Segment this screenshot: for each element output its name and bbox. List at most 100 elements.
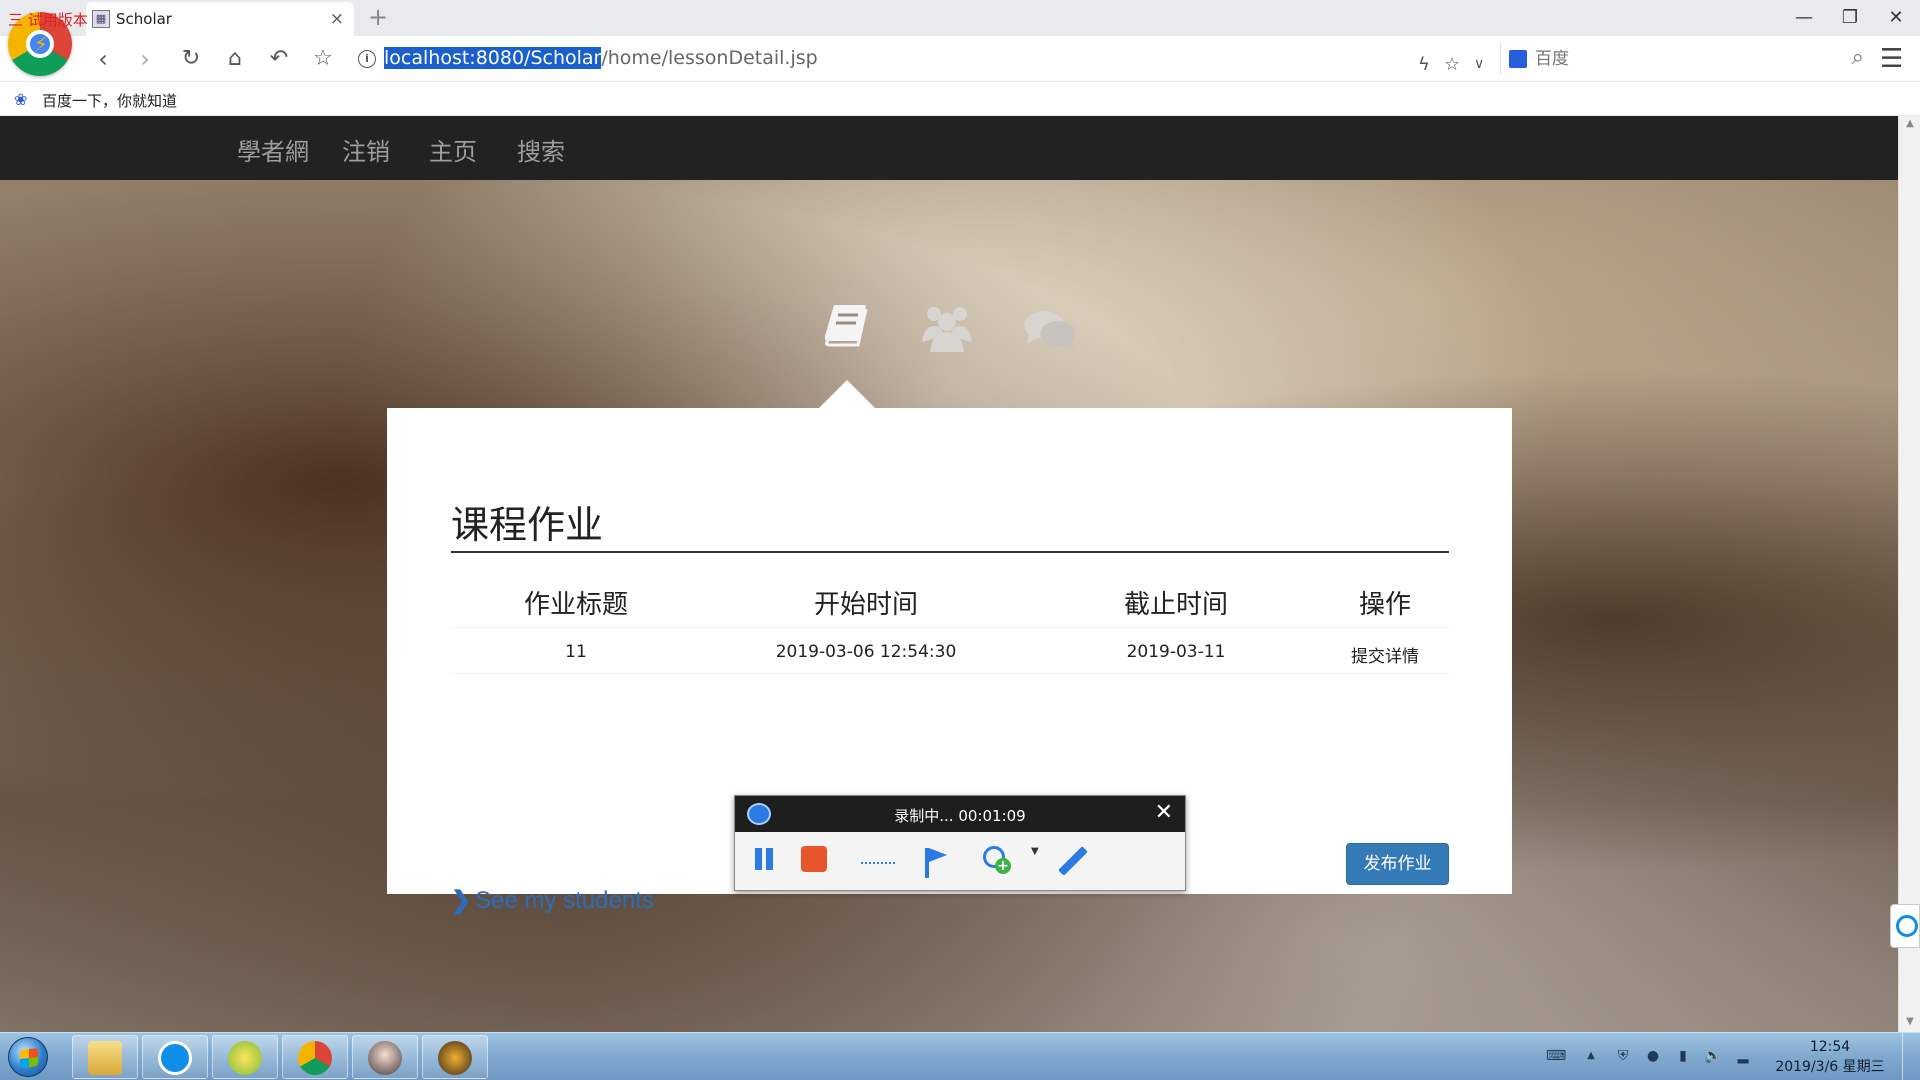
taskbar: ⌨ ▲ ⛨ ● ▮ 🔈 ▂ 12:54 2019/3/6 星期三: [0, 1032, 1920, 1080]
tab-title: Scholar: [116, 10, 172, 28]
taskbar-teamviewer[interactable]: [142, 1035, 208, 1079]
browser-toolbar: ‹ › ↻ ⌂ ↶ ☆ i localhost:8080/Scholar/hom…: [0, 36, 1920, 82]
close-window-button[interactable]: ✕: [1878, 4, 1914, 32]
search-input[interactable]: [1535, 47, 1815, 71]
baidu-paw-icon: ❀: [14, 90, 28, 109]
url-selected: localhost:8080/Scholar: [384, 47, 602, 69]
audio-level-icon[interactable]: [861, 846, 895, 864]
scroll-down-icon[interactable]: ▼: [1899, 1016, 1920, 1027]
publish-homework-button[interactable]: 发布作业: [1346, 843, 1449, 885]
recorder-titlebar[interactable]: 录制中... 00:01:09 ✕: [735, 796, 1185, 832]
chat-icon[interactable]: [1022, 308, 1078, 352]
recording-status: 录制中... 00:01:09: [894, 807, 1026, 825]
menu-icon[interactable]: ☰: [1880, 44, 1903, 74]
keyboard-icon[interactable]: ⌨: [1546, 1047, 1566, 1065]
url-text[interactable]: localhost:8080/Scholar/home/lessonDetail…: [384, 47, 818, 69]
book-icon[interactable]: [822, 301, 870, 349]
qq-icon[interactable]: ●: [1644, 1047, 1662, 1065]
taskbar-recorder[interactable]: [422, 1035, 488, 1079]
search-box[interactable]: 🐾 ⌕: [1500, 43, 1870, 75]
taskbar-explorer[interactable]: [72, 1035, 138, 1079]
column-header-action: 操作: [1358, 590, 1411, 620]
new-tab-button[interactable]: +: [368, 3, 388, 31]
page-viewport: 學者網 注销 主页 搜索 课程作业 作业标题 开始时间 截止时间 操作 11 2…: [0, 116, 1898, 1032]
see-my-students-link[interactable]: ❯ See my students: [451, 886, 654, 915]
table-row: 11 2019-03-06 12:54:30 2019-03-11 提交详情: [451, 628, 1449, 674]
trial-version-label: 三 试用版本: [8, 11, 88, 29]
browser-icon: [298, 1041, 332, 1075]
network-icon[interactable]: ▂: [1734, 1047, 1752, 1065]
back-icon[interactable]: ‹: [88, 44, 118, 74]
volume-icon[interactable]: 🔈: [1704, 1047, 1722, 1065]
clock-time: 12:54: [1809, 1039, 1851, 1055]
url-rest: /home/lessonDetail.jsp: [601, 47, 818, 69]
panel-pointer: [819, 380, 875, 408]
shield-icon[interactable]: ⛨: [1614, 1047, 1632, 1065]
taskbar-hs-app[interactable]: [212, 1035, 278, 1079]
windows-logo-icon: [20, 1048, 38, 1068]
info-icon[interactable]: i: [358, 50, 376, 68]
users-icon[interactable]: [918, 302, 976, 352]
show-desktop-button[interactable]: [1902, 1033, 1920, 1080]
site-navbar: 學者網 注销 主页 搜索: [0, 116, 1898, 180]
column-header-start: 开始时间: [813, 590, 918, 620]
bookmarks-bar: ❀ 百度一下，你就知道: [0, 82, 1920, 116]
remote-support-widget[interactable]: [1890, 904, 1920, 948]
restore-button[interactable]: ❐: [1832, 4, 1868, 32]
column-header-end: 截止时间: [1123, 590, 1228, 620]
start-button[interactable]: [8, 1037, 48, 1077]
minimize-button[interactable]: —: [1786, 4, 1822, 32]
cell-start-time: 2019-03-06 12:54:30: [775, 642, 957, 662]
usb-icon[interactable]: ▮: [1674, 1047, 1692, 1065]
pause-icon[interactable]: [753, 846, 775, 874]
page-favicon-icon: ▦: [92, 10, 110, 28]
lightning-icon: ⚡: [34, 32, 49, 56]
scroll-up-icon[interactable]: ▲: [1899, 118, 1920, 129]
bookmark-star-icon[interactable]: ☆: [1444, 54, 1460, 75]
taskbar-browser[interactable]: [282, 1035, 348, 1079]
chevron-down-icon[interactable]: ∨: [1474, 56, 1484, 72]
clock-date: 2019/3/6 星期三: [1775, 1059, 1885, 1075]
page-scrollbar[interactable]: ▲ ▼: [1898, 116, 1920, 1032]
tab-close-icon[interactable]: ×: [330, 9, 344, 29]
forward-icon[interactable]: ›: [130, 44, 160, 74]
undo-icon[interactable]: ↶: [264, 44, 294, 74]
zoom-add-icon[interactable]: +: [983, 846, 1013, 876]
taskbar-avatar-app[interactable]: [352, 1035, 418, 1079]
folder-icon: [88, 1041, 122, 1075]
students-link-label: See my students: [475, 887, 654, 914]
search-icon[interactable]: ⌕: [1852, 45, 1864, 70]
pen-icon[interactable]: [1055, 846, 1089, 880]
nav-logout[interactable]: 注销: [342, 132, 390, 167]
teamviewer-icon: [158, 1041, 192, 1075]
cell-title: 11: [565, 642, 587, 662]
browser-tabstrip: ▦ Scholar × + — ❐ ✕: [0, 0, 1920, 36]
home-icon[interactable]: ⌂: [220, 44, 250, 74]
table-header: 作业标题 开始时间 截止时间 操作: [451, 572, 1449, 628]
browser-tab[interactable]: ▦ Scholar ×: [86, 2, 354, 36]
marker-flag-icon[interactable]: [921, 846, 955, 880]
nav-search[interactable]: 搜索: [517, 132, 565, 167]
zoom-dropdown-icon[interactable]: ▼: [1031, 846, 1039, 857]
hs-app-icon: [228, 1041, 262, 1075]
star-icon[interactable]: ☆: [308, 44, 338, 74]
cell-end-time: 2019-03-11: [1126, 642, 1226, 662]
taskbar-clock[interactable]: 12:54 2019/3/6 星期三: [1770, 1037, 1890, 1077]
recorder-close-icon[interactable]: ✕: [1155, 800, 1173, 825]
lightning-icon[interactable]: ϟ: [1418, 54, 1430, 75]
tray-expand-icon[interactable]: ▲: [1582, 1047, 1600, 1065]
bookmark-baidu[interactable]: 百度一下，你就知道: [42, 90, 177, 111]
recorder-app-icon: [438, 1041, 472, 1075]
stop-icon[interactable]: [801, 846, 827, 872]
nav-brand[interactable]: 學者網: [237, 132, 309, 167]
remote-support-icon: [1896, 915, 1918, 937]
address-bar[interactable]: i localhost:8080/Scholar/home/lessonDeta…: [350, 43, 1500, 75]
baidu-paw-icon: 🐾: [1509, 50, 1527, 68]
page-title: 课程作业: [451, 494, 1449, 553]
nav-home[interactable]: 主页: [429, 132, 477, 167]
avatar-app-icon: [368, 1041, 402, 1075]
reload-icon[interactable]: ↻: [176, 44, 206, 74]
column-header-title: 作业标题: [523, 590, 628, 620]
chevron-right-icon: ❯: [451, 887, 472, 914]
submission-details-link[interactable]: 提交详情: [1321, 642, 1449, 667]
